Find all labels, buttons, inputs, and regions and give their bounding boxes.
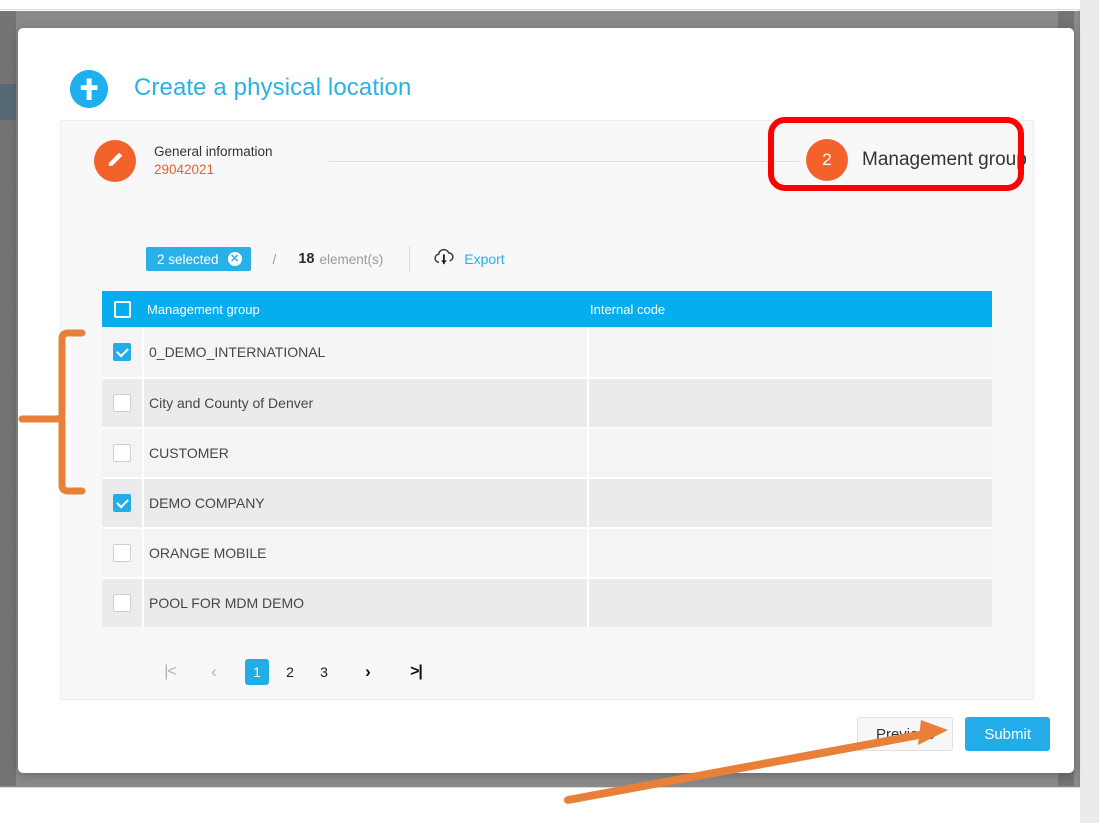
wizard-stepper: General information 29042021 2 Managemen… (61, 121, 1033, 199)
row-checkbox-cell[interactable] (102, 579, 142, 627)
table-row[interactable]: POOL FOR MDM DEMO (102, 577, 992, 627)
row-checkbox-cell[interactable] (102, 529, 142, 577)
background-top-strip (0, 0, 1080, 10)
export-button[interactable]: Export (432, 247, 505, 272)
cell-internal-code (587, 327, 992, 377)
row-checkbox-unchecked[interactable] (113, 394, 131, 412)
pagination-next[interactable]: › (355, 659, 381, 685)
table-row[interactable]: CUSTOMER (102, 427, 992, 477)
table-body: 0_DEMO_INTERNATIONAL City and County of D… (102, 327, 992, 627)
location-pin-icon (70, 70, 108, 108)
table-row[interactable]: ORANGE MOBILE (102, 527, 992, 577)
table-row[interactable]: DEMO COMPANY (102, 477, 992, 527)
element-count: 18 (298, 251, 315, 267)
cell-internal-code (587, 579, 992, 627)
pagination-first[interactable]: |< (157, 659, 183, 685)
row-checkbox-unchecked[interactable] (113, 444, 131, 462)
table-row[interactable]: City and County of Denver (102, 377, 992, 427)
row-checkbox-unchecked[interactable] (113, 594, 131, 612)
step-2-number: 2 (806, 139, 848, 181)
table-row[interactable]: 0_DEMO_INTERNATIONAL (102, 327, 992, 377)
pagination-previous[interactable]: ‹ (201, 659, 227, 685)
submit-button[interactable]: Submit (965, 717, 1050, 751)
wizard-card: General information 29042021 2 Managemen… (60, 120, 1034, 700)
toolbar-separator: / (272, 251, 277, 267)
column-header-internal-code[interactable]: Internal code (587, 302, 992, 317)
cloud-download-icon (432, 247, 456, 272)
step-2-label: Management group (862, 149, 1027, 170)
row-checkbox-cell[interactable] (102, 379, 142, 427)
row-checkbox-unchecked[interactable] (113, 544, 131, 562)
pagination-page-3[interactable]: 3 (311, 659, 337, 685)
previous-button[interactable]: Previous (856, 717, 954, 751)
modal-header: Create a physical location (18, 28, 1074, 108)
select-all-checkbox[interactable] (102, 300, 142, 318)
row-checkbox-checked[interactable] (113, 343, 131, 361)
pagination-page-1[interactable]: 1 (245, 659, 269, 685)
cell-internal-code (587, 429, 992, 477)
selection-toolbar: 2 selected ✕ / 18 element(s) Export (61, 239, 1033, 279)
selected-count-label: 2 selected (157, 251, 219, 267)
screen: Create a physical location General infor… (0, 0, 1099, 823)
cell-internal-code (587, 529, 992, 577)
pagination-page-2[interactable]: 2 (277, 659, 303, 685)
cell-management-group: City and County of Denver (142, 379, 587, 427)
cell-management-group: ORANGE MOBILE (142, 529, 587, 577)
step-1[interactable]: General information 29042021 (154, 143, 273, 179)
toolbar-divider (409, 246, 411, 272)
row-checkbox-checked[interactable] (113, 494, 131, 512)
table-header-row: Management group Internal code (102, 291, 992, 327)
row-checkbox-cell[interactable] (102, 327, 142, 377)
stepper-connector (329, 161, 799, 162)
selected-count-chip[interactable]: 2 selected ✕ (146, 247, 251, 271)
cell-internal-code (587, 479, 992, 527)
element-count-label: element(s) (319, 251, 384, 267)
modal-footer: Previous Submit (856, 717, 1050, 751)
step-2[interactable]: 2 Management group (806, 139, 1027, 181)
step-1-subtitle: 29042021 (154, 162, 215, 177)
cell-management-group: CUSTOMER (142, 429, 587, 477)
cell-internal-code (587, 379, 992, 427)
pagination-last[interactable]: >| (403, 659, 429, 685)
create-physical-location-modal: Create a physical location General infor… (18, 28, 1074, 773)
pagination: |< ‹ 123 › >| (157, 659, 437, 685)
management-group-table: Management group Internal code 0_DEMO_IN… (102, 291, 992, 627)
step-1-title: General information (154, 144, 273, 159)
column-header-management-group[interactable]: Management group (142, 302, 587, 317)
cell-management-group: 0_DEMO_INTERNATIONAL (142, 327, 587, 377)
row-checkbox-cell[interactable] (102, 479, 142, 527)
clear-selection-icon[interactable]: ✕ (227, 252, 242, 266)
export-label: Export (464, 251, 505, 267)
pencil-icon[interactable] (94, 140, 136, 182)
cell-management-group: POOL FOR MDM DEMO (142, 579, 587, 627)
row-checkbox-cell[interactable] (102, 429, 142, 477)
cell-management-group: DEMO COMPANY (142, 479, 587, 527)
background-bottom-strip (0, 787, 1080, 823)
page-title: Create a physical location (134, 74, 412, 101)
